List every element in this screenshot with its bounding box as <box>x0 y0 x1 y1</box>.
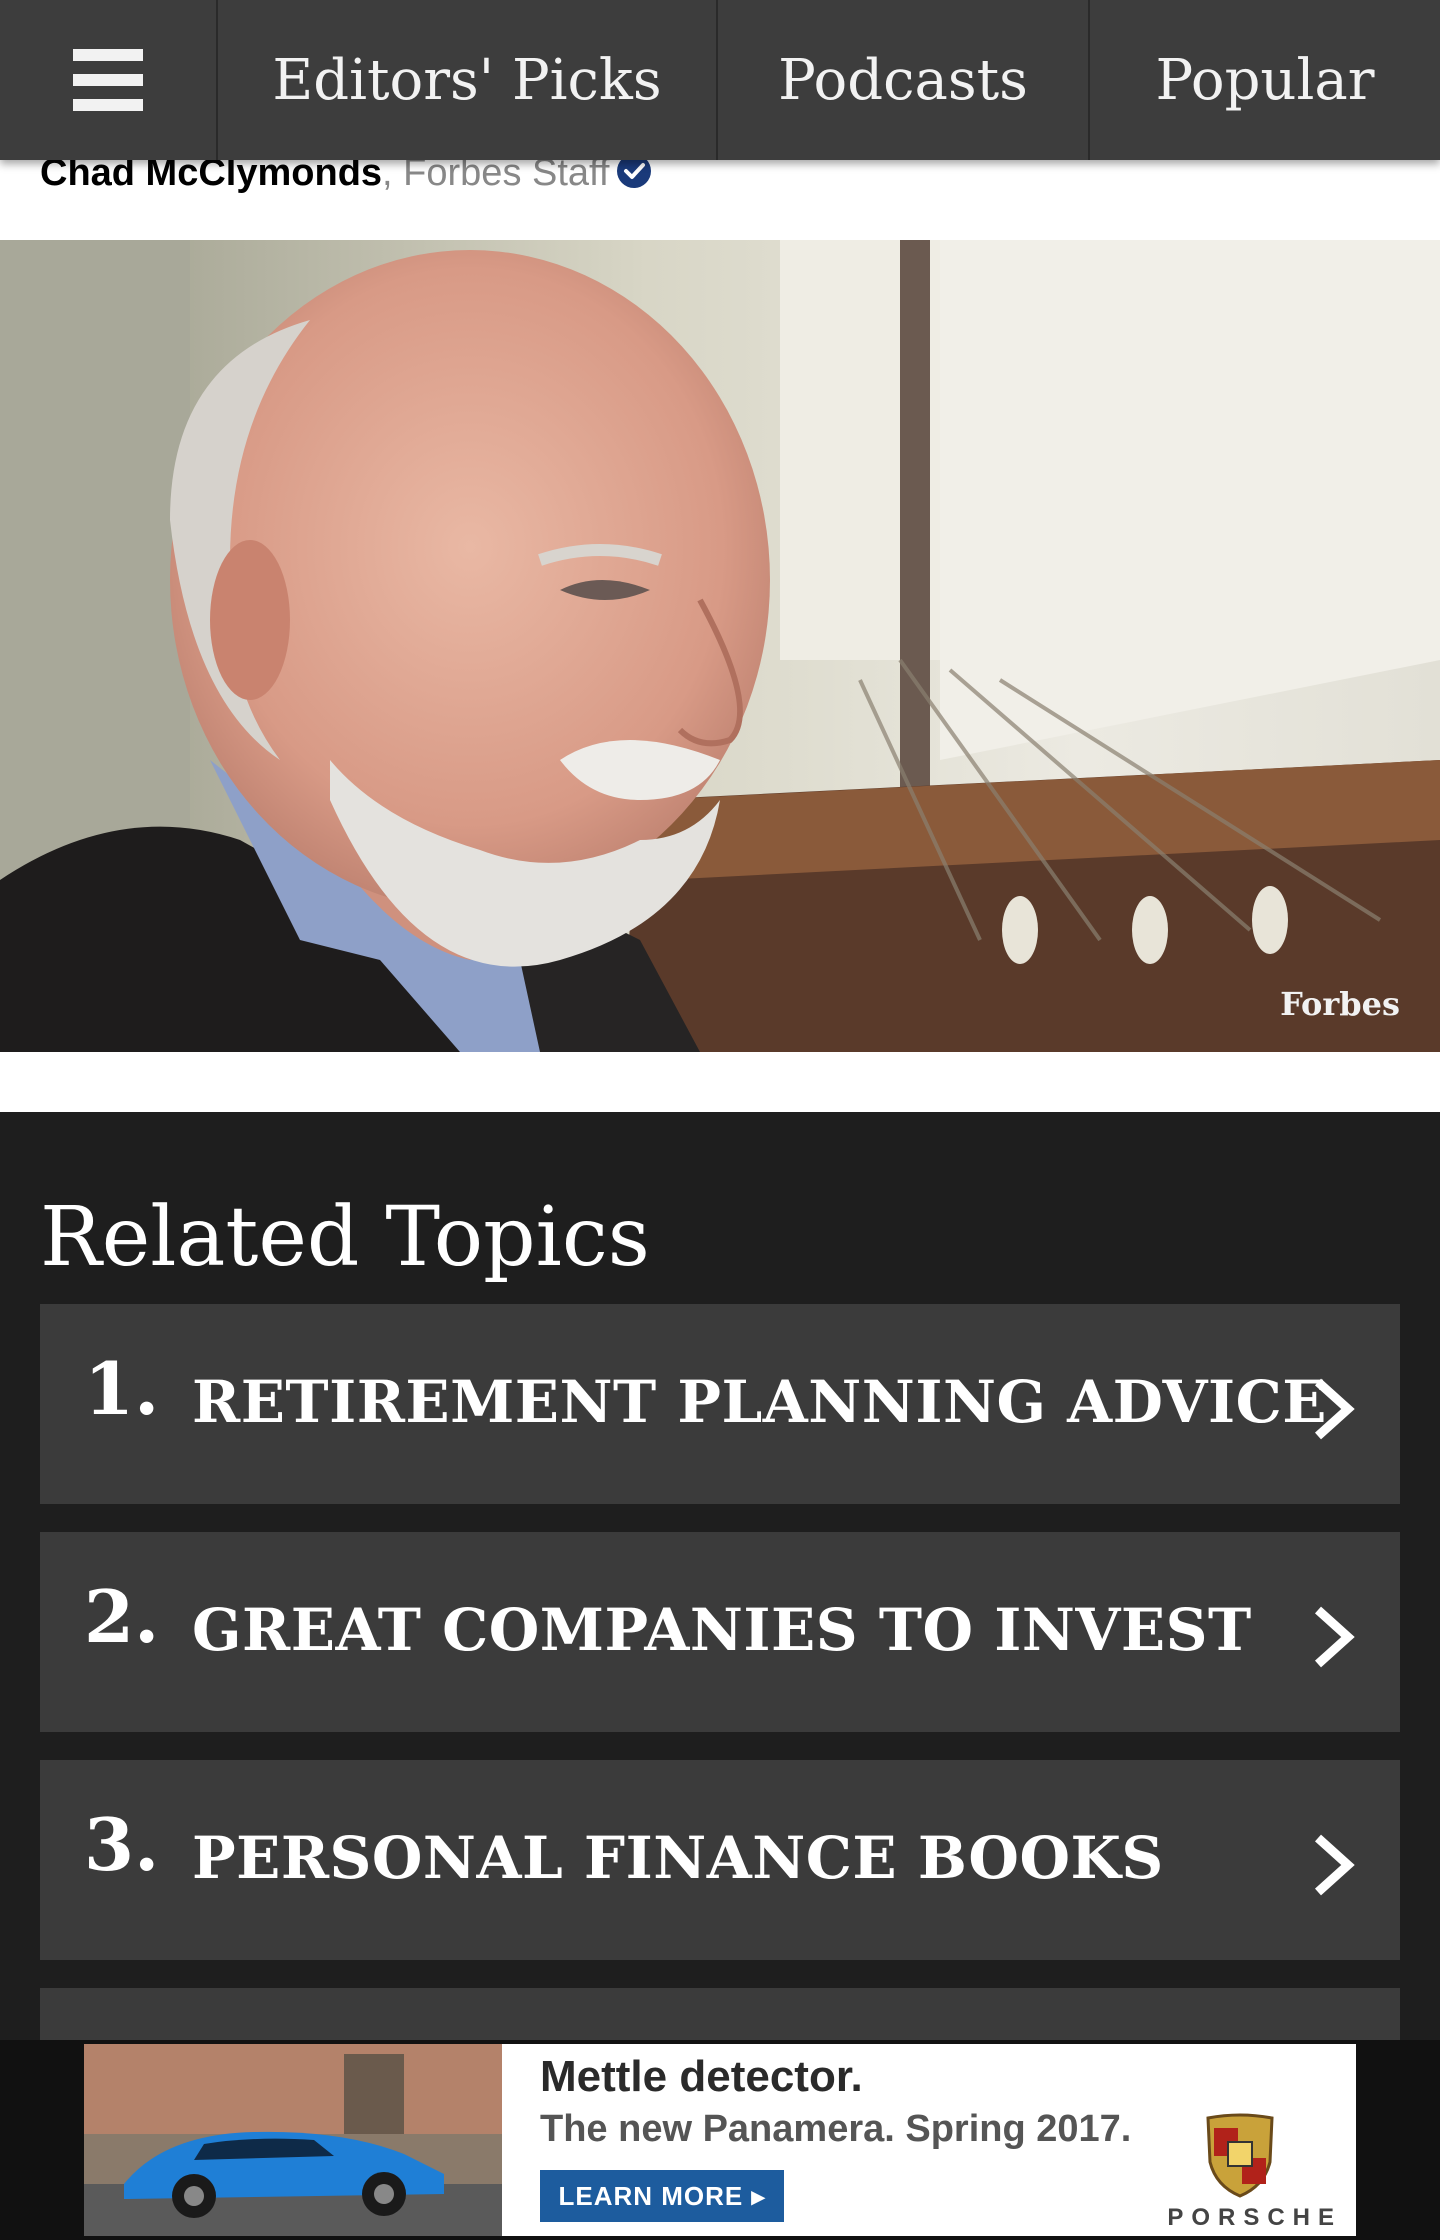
nav-editors-picks[interactable]: Editors' Picks <box>218 0 718 160</box>
porsche-crest-icon <box>1206 2113 1274 2198</box>
photo-spacer <box>0 1052 1440 1112</box>
menu-button[interactable] <box>0 0 218 160</box>
ad-learn-more-button[interactable]: LEARN MORE ▸ <box>540 2170 784 2222</box>
photo-watermark: Forbes <box>1280 985 1400 1023</box>
nav-popular[interactable]: Popular <box>1090 0 1440 160</box>
ad-subline: The new Panamera. Spring 2017. <box>540 2108 1132 2150</box>
topic-number: 3. <box>84 1802 160 1887</box>
chevron-right-icon <box>1314 1378 1355 1440</box>
topic-item-2[interactable]: 2. GREAT COMPANIES TO INVEST <box>40 1532 1400 1732</box>
topic-label: GREAT COMPANIES TO INVEST <box>192 1596 1252 1664</box>
topic-label: PERSONAL FINANCE BOOKS <box>192 1824 1164 1892</box>
related-topics-title: Related Topics <box>40 1190 650 1285</box>
top-navigation: Editors' Picks Podcasts Popular <box>0 0 1440 160</box>
ad-car-image <box>84 2044 502 2236</box>
topic-item-1[interactable]: 1. RETIREMENT PLANNING ADVICE <box>40 1304 1400 1504</box>
hamburger-icon <box>73 49 143 111</box>
topic-label: RETIREMENT PLANNING ADVICE <box>192 1368 1327 1436</box>
ad-headline: Mettle detector. <box>540 2052 863 2101</box>
nav-podcasts[interactable]: Podcasts <box>718 0 1090 160</box>
topic-number: 1. <box>84 1346 160 1431</box>
ad-brand: PORSCHE <box>1167 2204 1342 2231</box>
topic-number: 2. <box>84 1574 160 1659</box>
topic-item-3[interactable]: 3. PERSONAL FINANCE BOOKS <box>40 1760 1400 1960</box>
article-photo: Forbes <box>0 240 1440 1052</box>
chevron-right-icon <box>1314 1834 1355 1896</box>
porsche-ad-banner[interactable]: Mettle detector. The new Panamera. Sprin… <box>84 2044 1356 2236</box>
chevron-right-icon <box>1314 1606 1355 1668</box>
